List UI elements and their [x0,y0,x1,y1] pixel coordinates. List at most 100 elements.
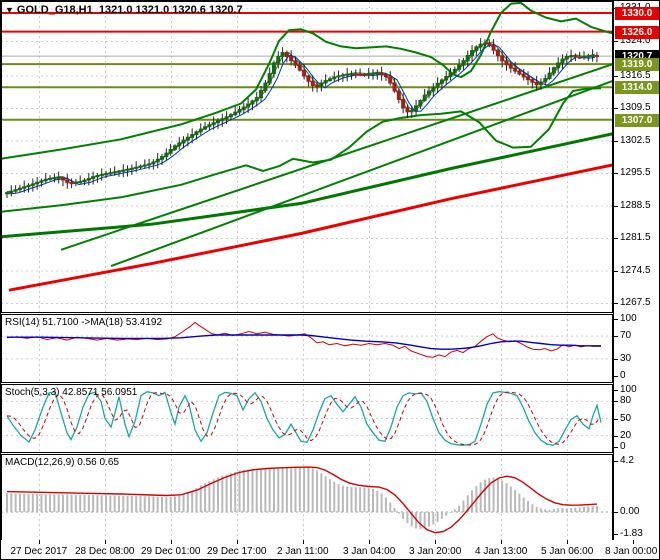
macd-axis-label: -1.83 [620,528,643,539]
candle-body [280,52,285,57]
candle-body [164,152,169,158]
stoch-axis-label: 100 [620,384,637,395]
candle-body [551,67,556,74]
candle-body [224,116,229,120]
candle-body [185,136,190,141]
candle-body [82,179,87,183]
chart-window: ▼ GOLD_G18,H1 1321.0 1321.0 1320.6 1320.7… [0,0,660,560]
candle-body [465,55,470,62]
candle-body [353,73,358,76]
axis-tick-mark [614,359,618,360]
candle-body [388,76,393,84]
time-axis-label: 29 Dec 17:00 [207,546,267,557]
candle-body [13,189,18,192]
main-price-pane[interactable] [1,1,613,313]
time-axis[interactable]: 27 Dec 2017 28 Dec 08:00 29 Dec 01:00 29 De… [1,540,659,559]
candle-body [418,100,423,107]
candle-body [116,170,121,173]
candle-body [495,49,500,57]
price-axis[interactable]: 1331.01324.01316.51309.51302.51295.51288… [613,1,659,559]
time-tick-mark [105,540,106,544]
candle-body [254,97,259,102]
candle-body [336,75,341,78]
candle-body [267,73,272,84]
candle-body [401,99,406,109]
candle-body [310,80,315,87]
candle-body [297,64,302,71]
candle-body [521,73,526,78]
candle-body [215,120,220,124]
candle-body [457,64,462,70]
candle-body [194,131,199,136]
candle-body [56,176,61,179]
ohlc-readout: 1321.0 1321.0 1320.6 1320.7 [98,4,243,16]
candle-body [538,81,543,86]
candle-body [22,186,27,189]
candle-body [220,118,225,122]
candle-body [233,111,238,116]
candle-body [30,183,35,186]
candle-body [78,181,83,184]
candle-body [517,70,522,75]
candle-body [530,79,535,83]
candle-body [560,58,565,64]
stoch-axis-label: 50 [620,413,632,424]
candle-body [39,180,44,183]
candle-body [198,128,203,133]
candle-body [405,107,410,113]
candle-body [134,166,139,169]
stoch-axis-label: 0 [620,441,626,452]
axis-tick-mark [614,173,618,174]
candle-body [91,176,96,179]
axis-tick-mark [614,319,618,320]
candle-body [594,55,599,58]
candle-body [573,55,578,58]
candle-body [383,74,388,78]
candle-body [112,171,117,174]
candle-body [35,181,40,185]
candle-body [431,86,436,92]
time-axis-label: 27 Dec 2017 [10,546,68,557]
axis-tick-mark [614,206,618,207]
candle-body [470,50,475,57]
candle-body [73,182,78,185]
candle-body [556,62,561,69]
candle-body [358,73,363,76]
candle-body [379,72,384,76]
candle-body [95,174,100,178]
candle-body [392,82,397,92]
stoch-label: Stoch(5,3,3) 42.8571 56.0951 [5,387,138,398]
candle-body [121,169,126,172]
stoch-axis-label: 20 [620,430,632,441]
candle-body [5,192,9,195]
candle-body [349,73,354,76]
candle-body [422,94,427,102]
price-level-badge: 1319.0 [615,58,659,71]
candle-body [452,68,457,74]
candle-body [151,161,156,165]
candle-body [52,177,57,180]
price-level-badge: 1326.0 [615,26,659,39]
price-level-badge: 1307.0 [615,114,659,127]
candle-body [474,46,479,52]
candle-body [99,174,104,177]
price-axis-label: 1295.5 [620,167,651,178]
axis-tick-mark [614,401,618,402]
candle-body [526,76,531,81]
symbol-dropdown-icon[interactable]: ▼ [5,5,14,15]
candle-body [482,42,487,45]
trendline[interactable] [60,63,613,251]
candle-body [340,74,345,77]
candle-body [259,90,264,99]
candle-body [43,178,48,182]
candle-body [491,44,496,51]
time-tick-mark [171,540,172,544]
candle-body [577,56,582,59]
axis-tick-mark [614,436,618,437]
rsi-axis-label: 30 [620,353,632,364]
axis-tick-mark [614,376,618,377]
rsi-axis-label: 0 [620,370,626,381]
candle-body [375,72,380,75]
time-axis-label: 3 Jan 04:00 [343,546,396,557]
candle-body [461,60,466,66]
